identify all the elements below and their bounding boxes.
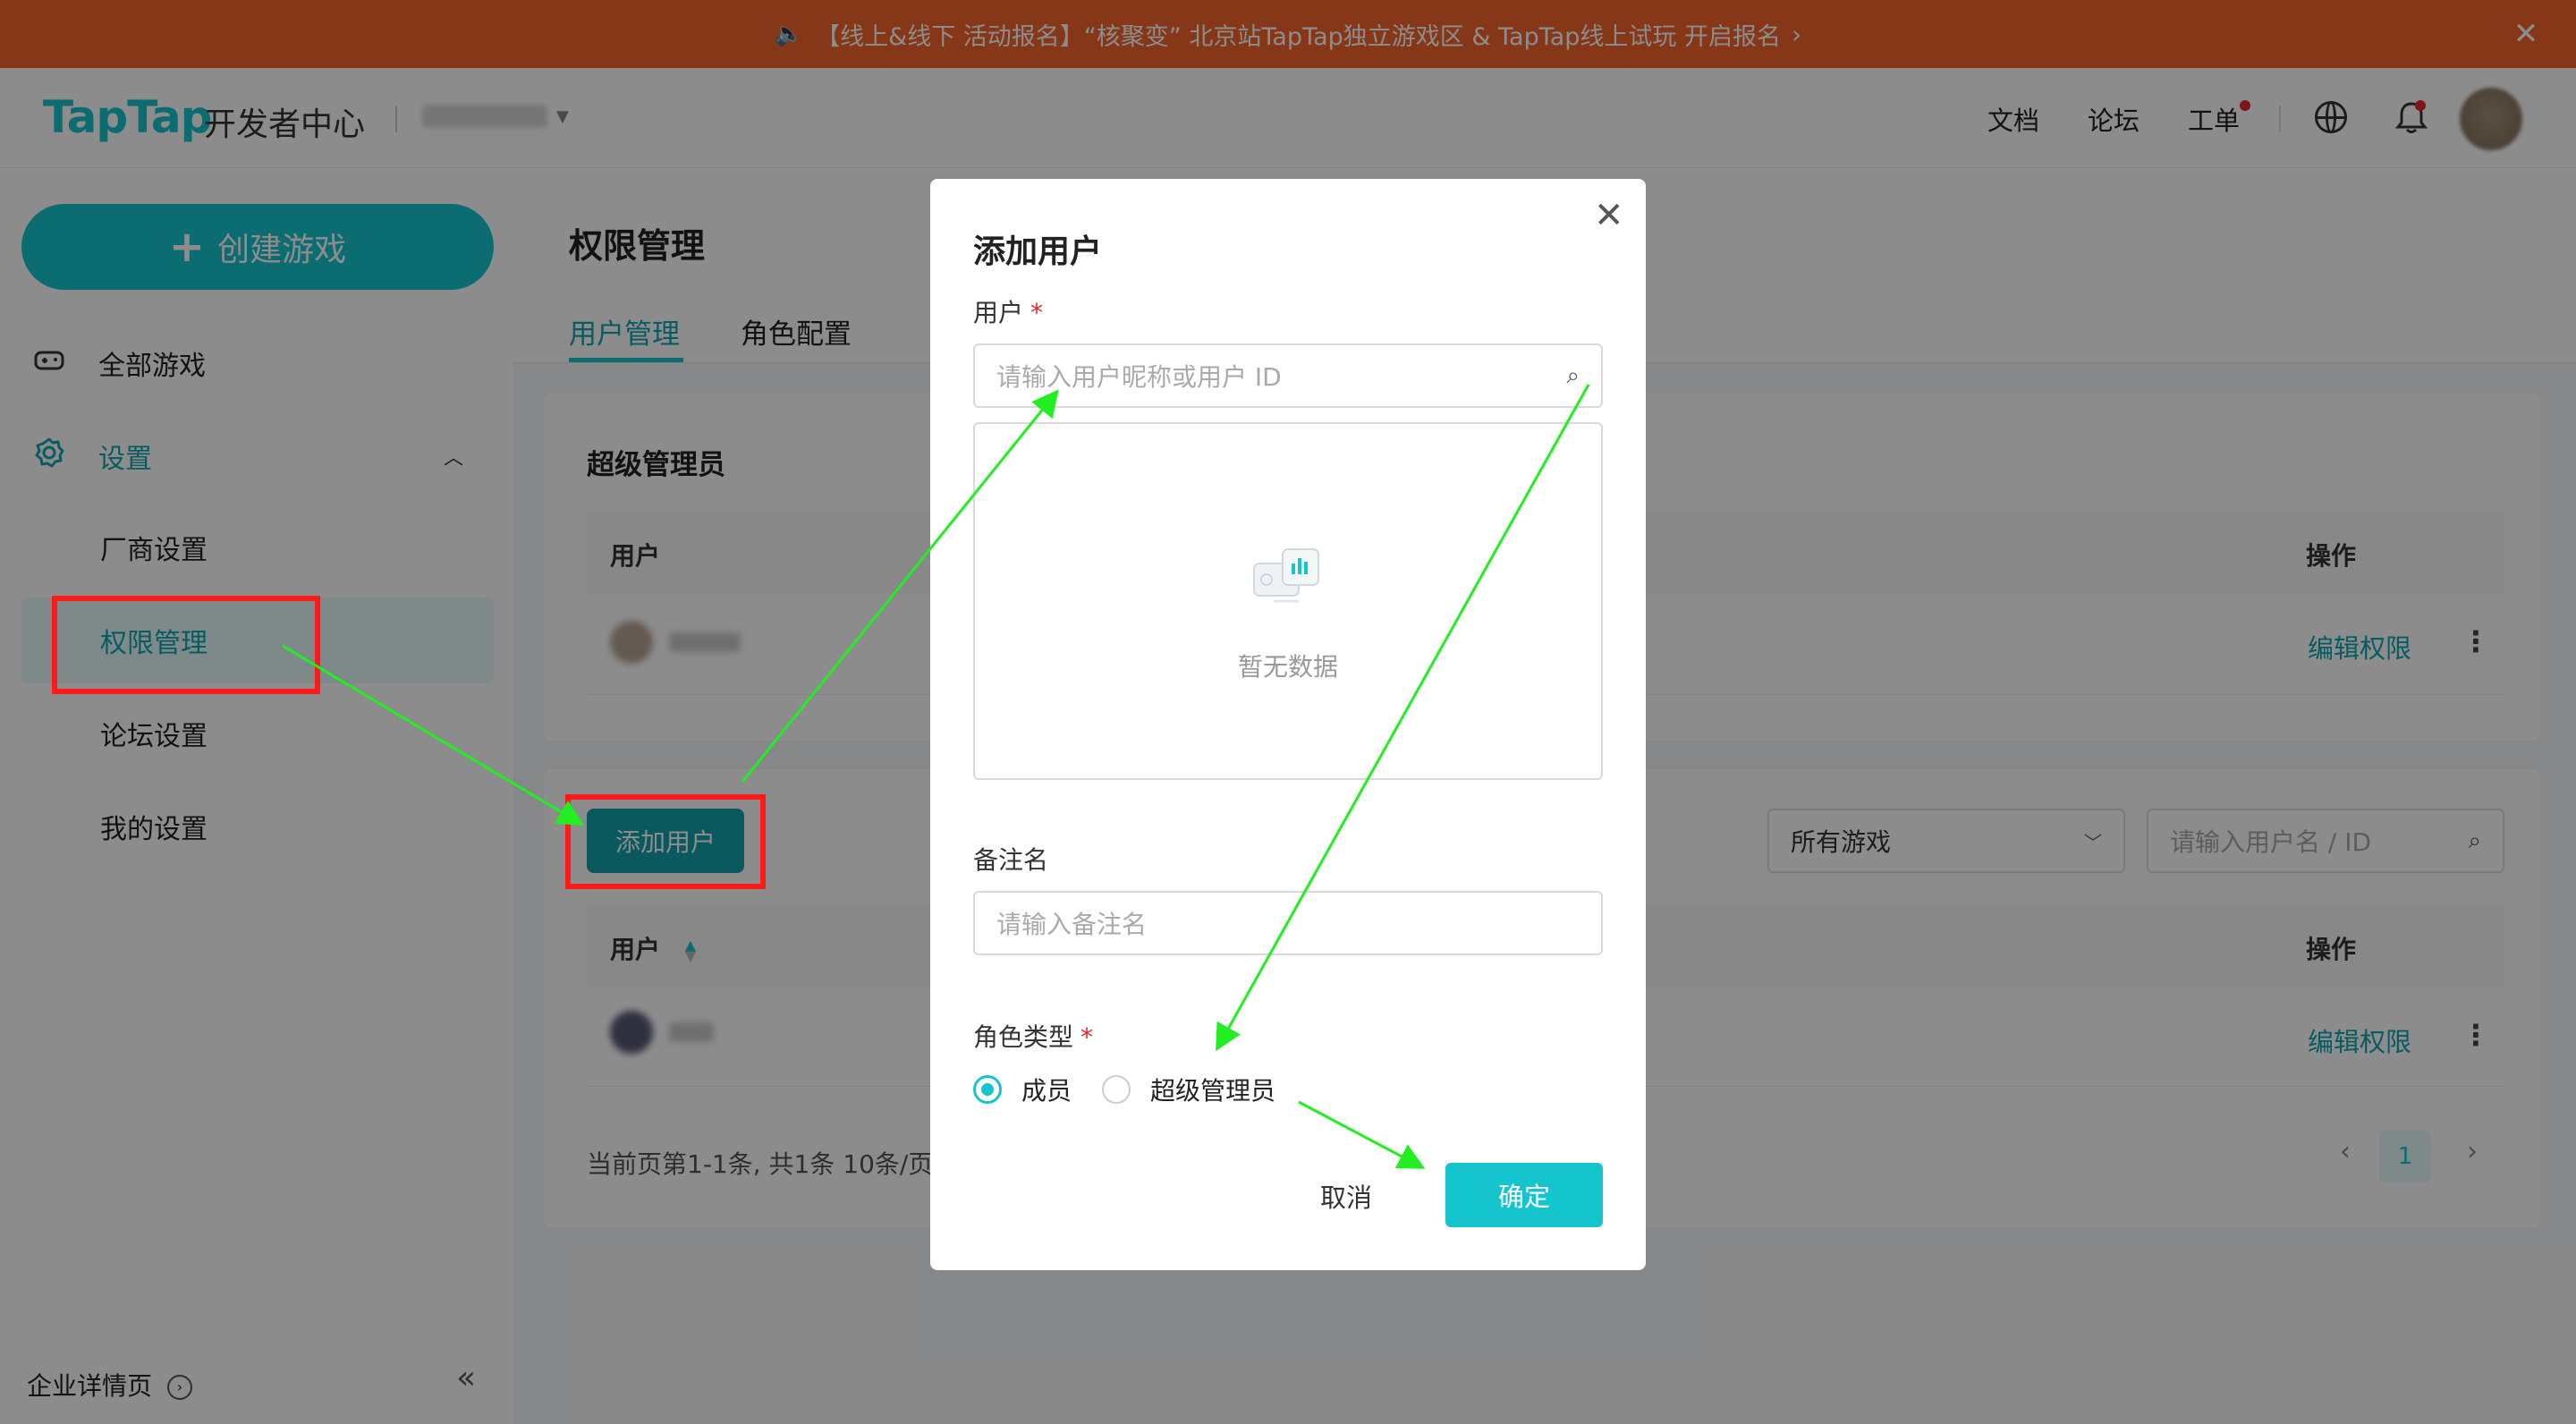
annotation-arrows (282, 384, 1590, 1169)
annotation-arrow (1298, 1100, 1426, 1169)
annotation-arrow (741, 389, 1059, 783)
annotation-arrow (1216, 384, 1590, 1052)
annotation-arrow (282, 644, 585, 826)
